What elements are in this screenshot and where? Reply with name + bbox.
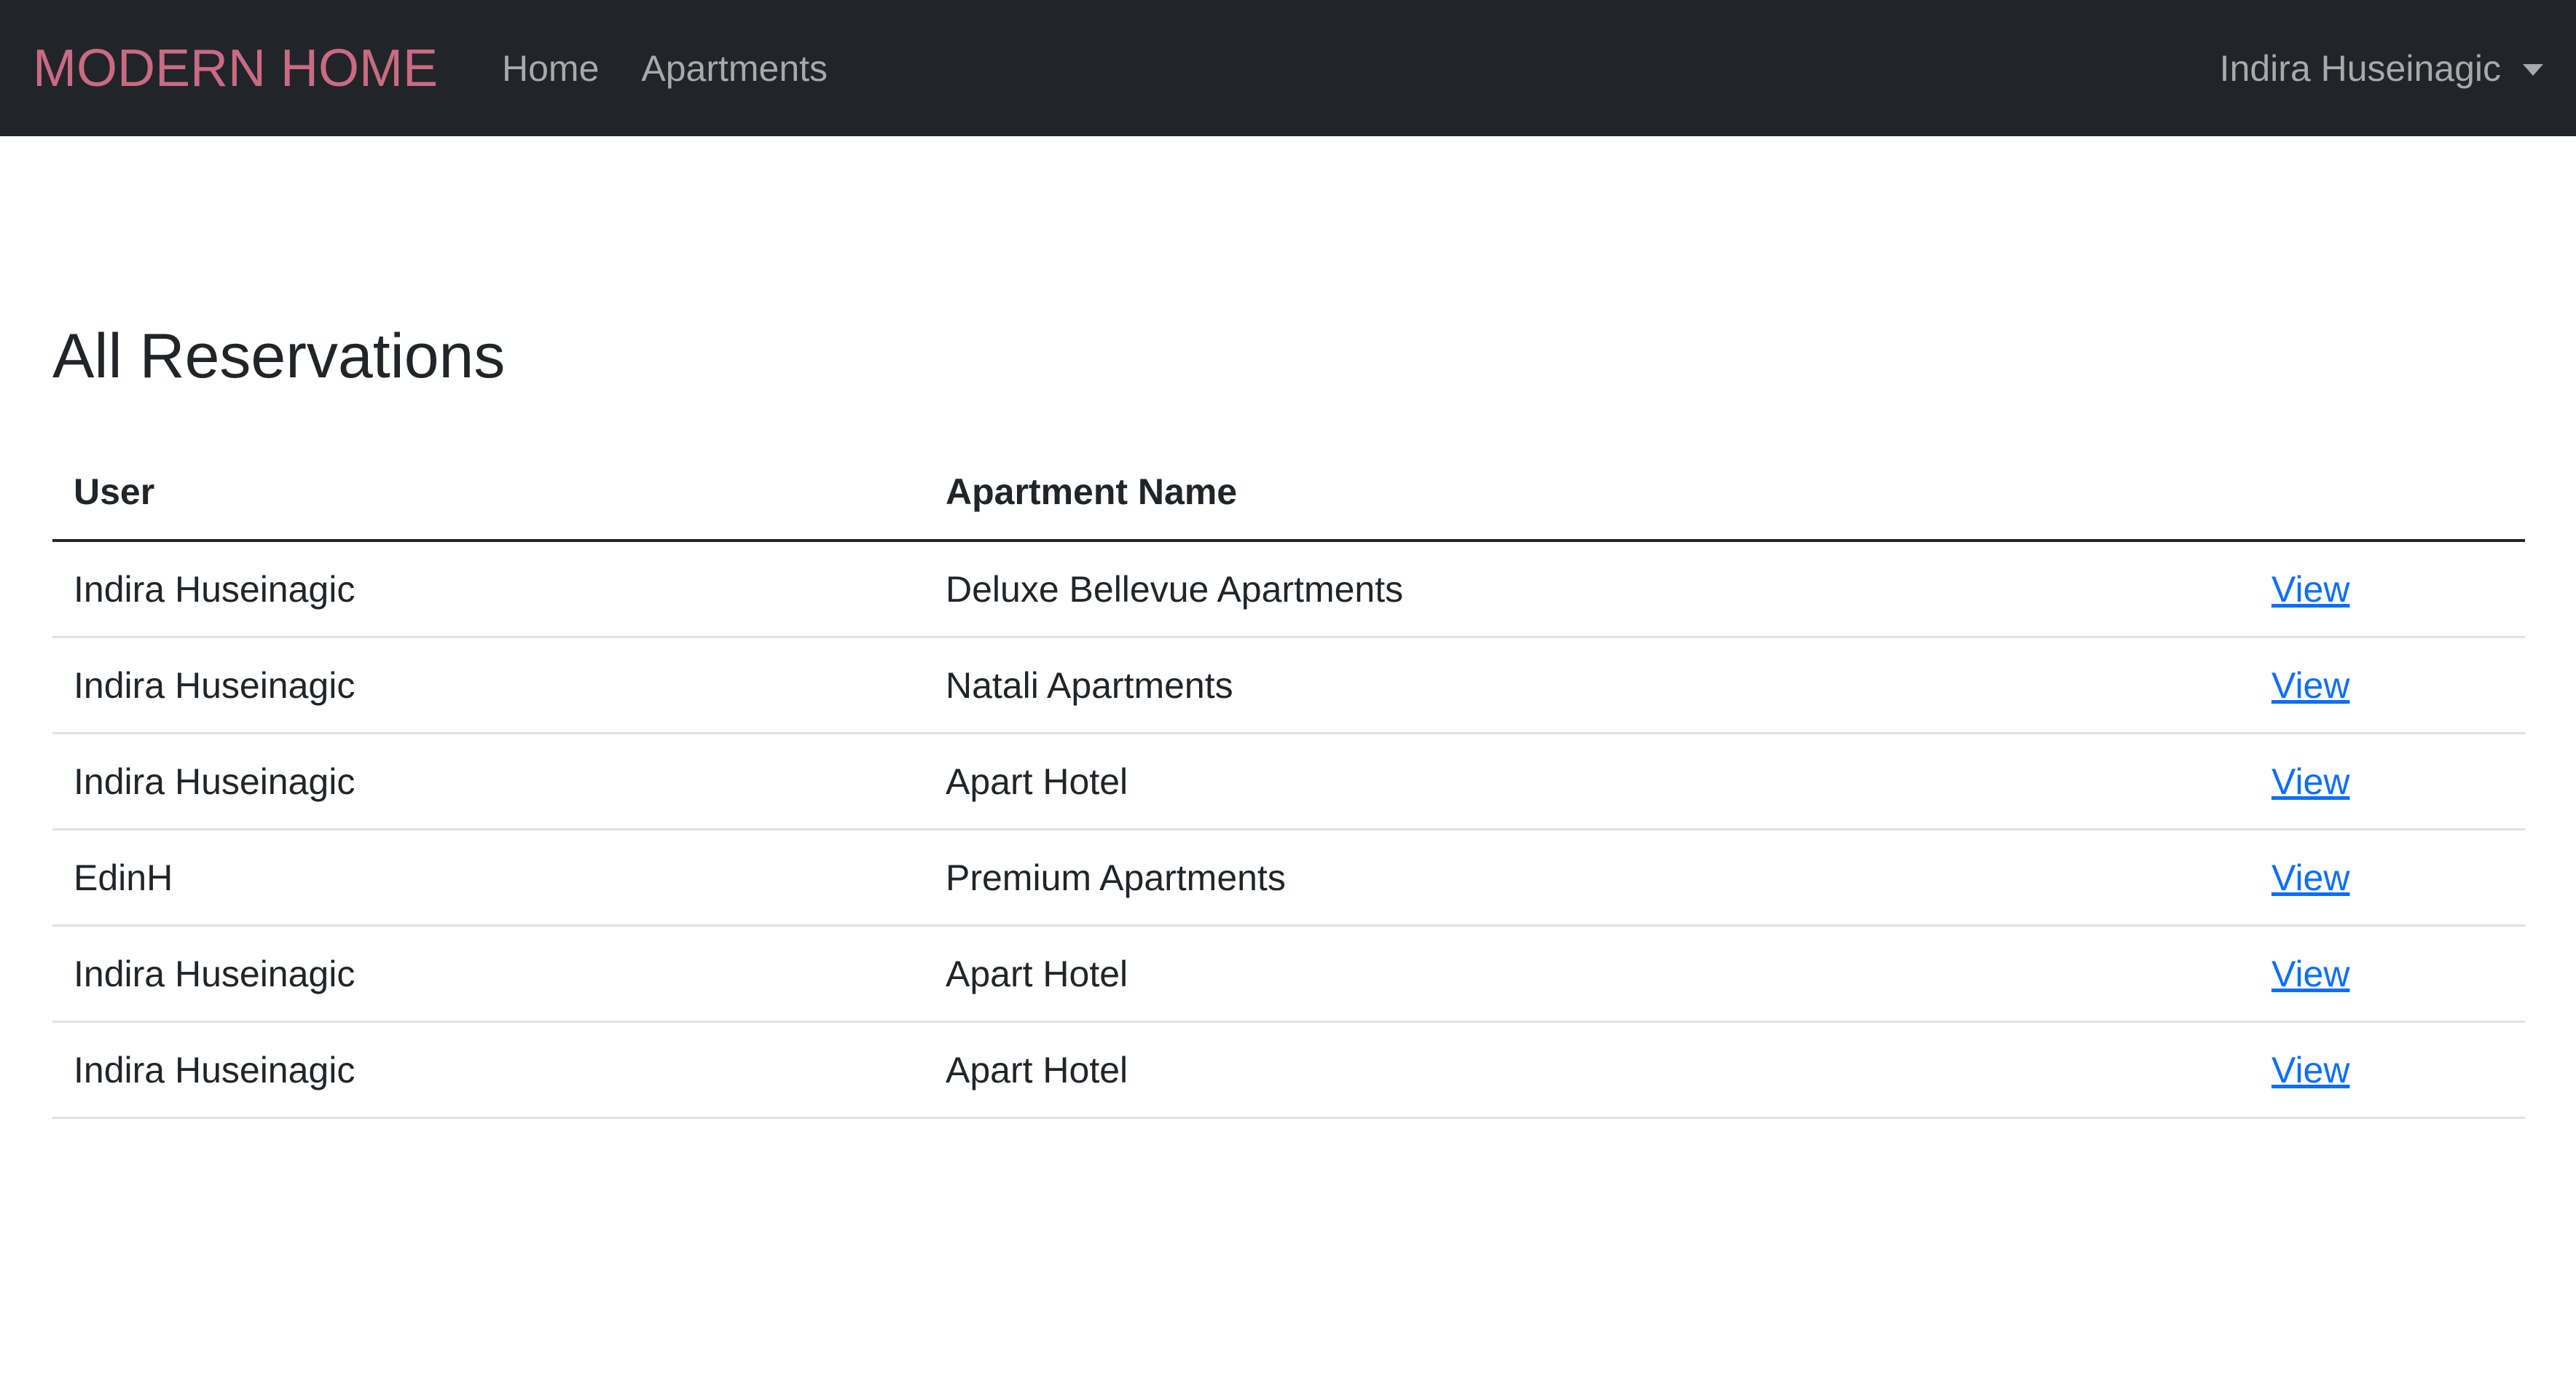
column-header-apartment-name: Apartment Name: [924, 444, 2250, 542]
chevron-down-icon: [2523, 63, 2543, 76]
column-header-actions: [2250, 444, 2525, 542]
view-reservation-link[interactable]: View: [2271, 569, 2349, 610]
cell-actions: View: [2250, 925, 2525, 1023]
view-reservation-link[interactable]: View: [2271, 954, 2349, 994]
view-reservation-link[interactable]: View: [2271, 761, 2349, 802]
cell-user: Indira Huseinagic: [52, 925, 924, 1023]
cell-actions: View: [2250, 1021, 2525, 1119]
view-reservation-link[interactable]: View: [2271, 665, 2349, 706]
navbar: MODERN HOME Home Apartments Indira Husei…: [0, 0, 2576, 136]
cell-actions: View: [2250, 541, 2525, 638]
nav-apartments-link[interactable]: Apartments: [641, 47, 828, 90]
view-reservation-link[interactable]: View: [2271, 1050, 2349, 1091]
table-row: Indira Huseinagic Natali Apartments View: [52, 637, 2525, 734]
cell-user: Indira Huseinagic: [52, 1021, 924, 1119]
reservations-table: User Apartment Name Indira Huseinagic De…: [52, 444, 2525, 1119]
cell-apartment-name: Apart Hotel: [924, 733, 2250, 830]
table-row: Indira Huseinagic Deluxe Bellevue Apartm…: [52, 541, 2525, 638]
user-menu-name: Indira Huseinagic: [2219, 47, 2501, 89]
nav-links: Home Apartments: [502, 47, 870, 90]
cell-apartment-name: Apart Hotel: [924, 1021, 2250, 1119]
table-row: Indira Huseinagic Apart Hotel View: [52, 925, 2525, 1023]
nav-home-link[interactable]: Home: [502, 47, 599, 90]
view-reservation-link[interactable]: View: [2271, 857, 2349, 898]
cell-apartment-name: Deluxe Bellevue Apartments: [924, 541, 2250, 638]
reservations-table-container: User Apartment Name Indira Huseinagic De…: [52, 444, 2525, 1119]
cell-actions: View: [2250, 637, 2525, 734]
table-row: Indira Huseinagic Apart Hotel View: [52, 1021, 2525, 1119]
table-row: Indira Huseinagic Apart Hotel View: [52, 733, 2525, 830]
column-header-user: User: [52, 444, 924, 542]
user-menu-dropdown[interactable]: Indira Huseinagic: [2220, 47, 2543, 90]
cell-user: EdinH: [52, 829, 924, 927]
cell-apartment-name: Apart Hotel: [924, 925, 2250, 1023]
cell-user: Indira Huseinagic: [52, 541, 924, 638]
table-row: EdinH Premium Apartments View: [52, 829, 2525, 927]
cell-actions: View: [2250, 829, 2525, 927]
cell-apartment-name: Natali Apartments: [924, 637, 2250, 734]
brand-logo[interactable]: MODERN HOME: [33, 39, 438, 98]
cell-actions: View: [2250, 733, 2525, 830]
cell-user: Indira Huseinagic: [52, 733, 924, 830]
table-header-row: User Apartment Name: [52, 444, 2525, 542]
cell-apartment-name: Premium Apartments: [924, 829, 2250, 927]
page-title: All Reservations: [52, 321, 506, 391]
cell-user: Indira Huseinagic: [52, 637, 924, 734]
